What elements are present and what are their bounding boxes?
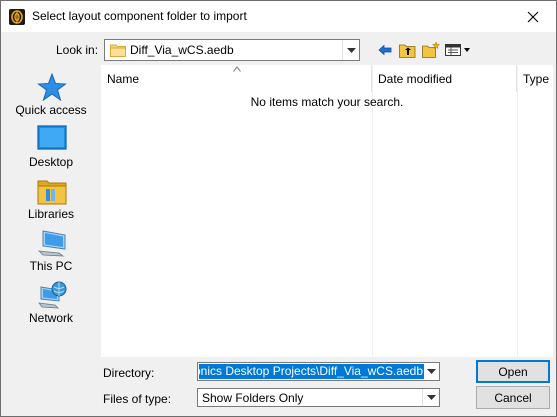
places-bar: Quick access Desktop Libraries This PC N… <box>7 65 95 335</box>
directory-label: Directory: <box>103 366 155 380</box>
look-in-value: Diff_Via_wCS.aedb <box>130 43 234 57</box>
open-button[interactable]: Open <box>476 360 550 383</box>
libraries-icon <box>37 180 67 205</box>
look-in-dropdown-button[interactable] <box>342 40 359 60</box>
file-list[interactable]: Name Date modified Type No items match y… <box>101 65 553 357</box>
place-label: Network <box>28 311 73 325</box>
place-label: Quick access <box>15 103 87 117</box>
folder-icon <box>110 44 126 57</box>
back-button[interactable] <box>376 41 394 59</box>
place-desktop[interactable]: Desktop <box>7 125 95 173</box>
view-menu-button[interactable] <box>445 41 471 59</box>
new-folder-icon <box>422 42 440 58</box>
directory-input[interactable]: Electronics Desktop Projects\Diff_Via_wC… <box>197 362 440 381</box>
place-label: This PC <box>29 259 73 273</box>
directory-dropdown-button[interactable] <box>424 363 439 380</box>
column-label: Date modified <box>378 72 453 86</box>
place-this-pc[interactable]: This PC <box>7 229 95 277</box>
chevron-down-icon <box>346 47 356 53</box>
column-header-name[interactable]: Name <box>101 65 372 92</box>
this-pc-icon <box>37 230 66 257</box>
place-libraries[interactable]: Libraries <box>7 177 95 225</box>
directory-value: Electronics Desktop Projects\Diff_Via_wC… <box>199 364 424 379</box>
chevron-down-icon <box>427 369 436 374</box>
column-label: Type <box>523 72 550 86</box>
up-one-level-button[interactable] <box>398 41 416 59</box>
column-label: Name <box>107 72 140 86</box>
network-icon <box>38 281 67 309</box>
files-of-type-dropdown-button[interactable] <box>422 389 439 406</box>
window-title: Select layout component folder to import <box>32 9 247 23</box>
title-bar: Select layout component folder to import <box>1 1 556 32</box>
place-quick-access[interactable]: Quick access <box>7 73 95 121</box>
close-icon <box>527 11 539 22</box>
chevron-down-icon <box>426 395 436 400</box>
files-of-type-label: Files of type: <box>103 392 172 406</box>
view-menu-icon <box>445 44 470 56</box>
app-icon <box>9 9 25 25</box>
back-arrow-icon <box>378 44 392 56</box>
place-network[interactable]: Network <box>7 281 95 329</box>
look-in-dropdown[interactable]: Diff_Via_wCS.aedb <box>104 39 360 61</box>
place-label: Libraries <box>27 207 75 221</box>
desktop-icon <box>37 125 67 150</box>
sort-ascending-icon <box>233 66 241 72</box>
look-in-label: Look in: <box>56 43 99 57</box>
files-of-type-dropdown[interactable]: Show Folders Only <box>197 388 440 407</box>
close-button[interactable] <box>510 1 556 32</box>
column-header-date-modified[interactable]: Date modified <box>372 65 517 92</box>
files-of-type-value: Show Folders Only <box>202 391 304 405</box>
up-folder-icon <box>398 44 415 58</box>
file-dialog: Select layout component folder to import… <box>0 0 557 417</box>
empty-message: No items match your search. <box>250 95 404 109</box>
cancel-button[interactable]: Cancel <box>476 386 550 409</box>
column-header-type[interactable]: Type <box>517 65 553 92</box>
quick-access-star-icon <box>37 73 67 101</box>
new-folder-button[interactable] <box>422 41 440 59</box>
place-label: Desktop <box>28 155 74 169</box>
